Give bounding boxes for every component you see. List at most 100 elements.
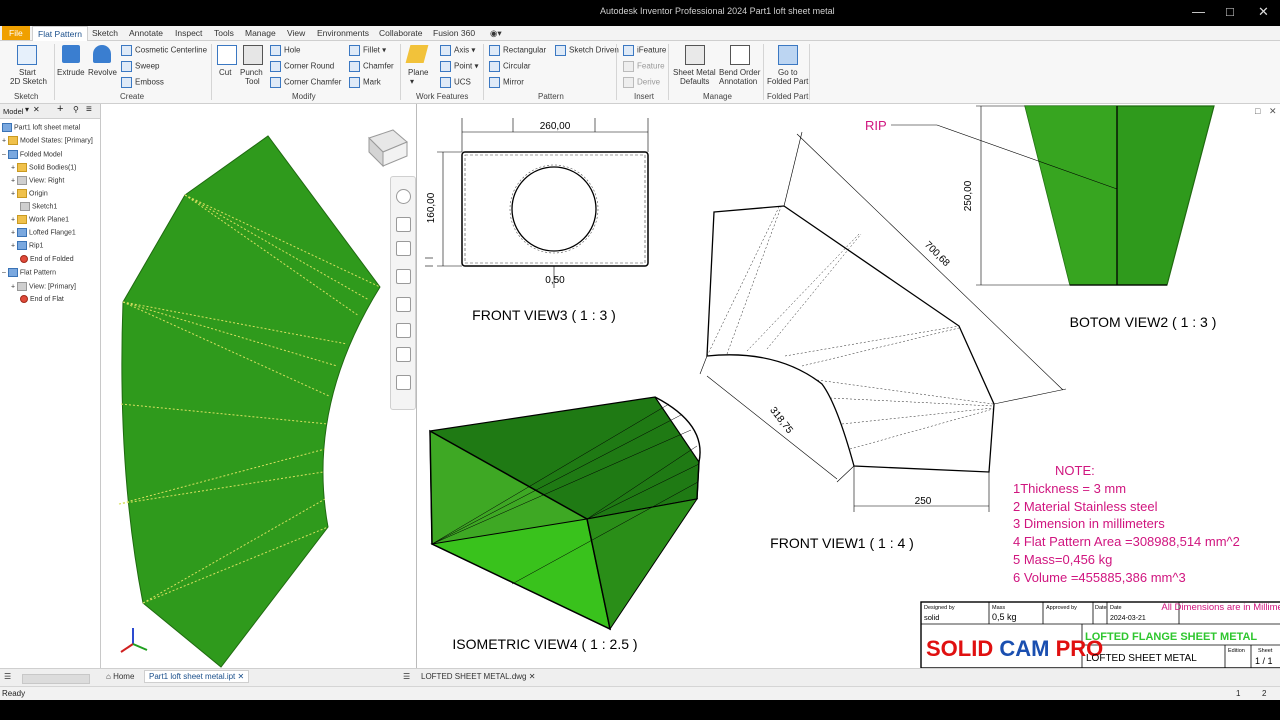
cut-icon[interactable]: [217, 45, 237, 65]
go-to-folded-label2[interactable]: Folded Part: [767, 77, 808, 86]
derive-button[interactable]: Derive: [623, 77, 660, 88]
tree-item-flat-pattern[interactable]: – Flat Pattern: [2, 268, 56, 277]
zoom-selected-icon[interactable]: [396, 347, 411, 362]
tabs-menu-icon[interactable]: ☰: [4, 672, 11, 681]
tab-manage[interactable]: Manage: [245, 26, 276, 40]
ucs-button[interactable]: UCS: [440, 77, 471, 88]
tab-fusion-360[interactable]: Fusion 360: [433, 26, 475, 40]
tabs-scrollbar[interactable]: [22, 674, 90, 684]
tab-view[interactable]: View: [287, 26, 305, 40]
pan-icon[interactable]: [396, 217, 411, 232]
sweep-button[interactable]: Sweep: [121, 61, 159, 72]
tree-item-solid-bodies[interactable]: + Solid Bodies(1): [11, 163, 77, 172]
sheet-metal-defaults-label1[interactable]: Sheet Metal: [673, 68, 716, 77]
go-to-folded-part-icon[interactable]: [778, 45, 798, 65]
go-to-folded-label1[interactable]: Go to: [778, 68, 798, 77]
emboss-button[interactable]: Emboss: [121, 77, 164, 88]
tab-annotate[interactable]: Annotate: [129, 26, 163, 40]
bend-order-label2[interactable]: Annotation: [719, 77, 757, 86]
tab-flat-pattern[interactable]: Flat Pattern: [32, 26, 88, 41]
tab-file[interactable]: File: [2, 26, 30, 40]
group-separator: [211, 44, 212, 100]
look-at-icon[interactable]: [396, 297, 411, 312]
tree-item-view-right[interactable]: + View: Right: [11, 176, 64, 185]
bend-order-label1[interactable]: Bend Order: [719, 68, 760, 77]
mirror-button[interactable]: Mirror: [489, 77, 524, 88]
tab-overflow-icon[interactable]: ◉▾: [490, 26, 502, 40]
fillet-button[interactable]: Fillet ▾: [349, 45, 386, 56]
minimize-icon[interactable]: —: [1192, 4, 1205, 19]
revolve-button[interactable]: Revolve: [88, 68, 117, 77]
close-icon[interactable]: ✕: [1269, 106, 1277, 117]
tab-collaborate[interactable]: Collaborate: [379, 26, 422, 40]
chamfer-button[interactable]: Chamfer: [349, 61, 394, 72]
sketch-driven-button[interactable]: Sketch Driven: [555, 45, 619, 56]
corner-chamfer-button[interactable]: Corner Chamfer: [270, 77, 341, 88]
zoom-icon[interactable]: [396, 241, 411, 256]
part-document-tab[interactable]: Part1 loft sheet metal.ipt ✕: [144, 670, 250, 683]
feature-button[interactable]: Feature: [623, 61, 665, 72]
punch-tool-label2[interactable]: Tool: [245, 77, 260, 86]
plane-button[interactable]: Plane: [408, 68, 428, 77]
tree-item-lofted-flange1[interactable]: + Lofted Flange1: [11, 228, 76, 237]
rectangular-pattern-button[interactable]: Rectangular: [489, 45, 546, 56]
view-cube-icon[interactable]: [368, 129, 408, 168]
work-plane-icon: [17, 215, 28, 224]
plane-icon[interactable]: [405, 45, 429, 63]
3d-viewport[interactable]: [101, 104, 415, 668]
start-sketch-icon[interactable]: [17, 45, 37, 65]
punch-tool-label1[interactable]: Punch: [240, 68, 263, 77]
zoom-window-icon[interactable]: [396, 323, 411, 338]
tree-item-end-of-folded[interactable]: End of Folded: [20, 255, 74, 263]
tree-item-part[interactable]: Part1 loft sheet metal: [2, 123, 80, 132]
add-icon[interactable]: +: [57, 103, 63, 115]
home-tab[interactable]: ⌂ Home: [106, 672, 134, 681]
drawing-document-tab[interactable]: LOFTED SHEET METAL.dwg ✕: [421, 672, 535, 681]
cut-button[interactable]: Cut: [219, 68, 231, 77]
tree-item-view-primary[interactable]: + View: [Primary]: [11, 282, 76, 291]
tab-inspect[interactable]: Inspect: [175, 26, 202, 40]
bend-order-icon[interactable]: [730, 45, 750, 65]
tree-item-end-of-flat[interactable]: End of Flat: [20, 295, 64, 303]
plane-dropdown-icon[interactable]: ▾: [410, 77, 414, 86]
close-icon[interactable]: ✕: [1258, 4, 1269, 20]
tab-sketch[interactable]: Sketch: [92, 26, 118, 40]
revolve-icon[interactable]: [93, 45, 111, 63]
tree-item-sketch1[interactable]: Sketch1: [20, 202, 57, 211]
punch-tool-icon[interactable]: [243, 45, 263, 65]
start-sketch-label1[interactable]: Start: [19, 68, 36, 77]
search-icon[interactable]: ⚲: [73, 105, 79, 114]
maximize-icon[interactable]: □: [1226, 4, 1234, 19]
tree-item-folded-model[interactable]: – Folded Model: [2, 150, 62, 159]
sheet-metal-defaults-label2[interactable]: Defaults: [680, 77, 709, 86]
tree-item-rip1[interactable]: + Rip1: [11, 241, 43, 250]
cosmetic-centerline-button[interactable]: Cosmetic Centerline: [121, 45, 207, 56]
free-orbit-icon[interactable]: [396, 375, 411, 390]
close-icon[interactable]: ✕: [33, 105, 40, 114]
hamburger-menu-icon[interactable]: ≡: [86, 104, 92, 115]
tree-item-model-states[interactable]: + Model States: [Primary]: [2, 136, 93, 145]
extrude-icon[interactable]: [62, 45, 80, 63]
browser-menu-icon[interactable]: ▾: [25, 105, 29, 114]
circular-pattern-button[interactable]: Circular: [489, 61, 531, 72]
sheet-metal-defaults-icon[interactable]: [685, 45, 705, 65]
point-button[interactable]: Point ▾: [440, 61, 478, 72]
extrude-button[interactable]: Extrude: [57, 68, 85, 77]
axis-button[interactable]: Axis ▾: [440, 45, 475, 56]
orbit-icon[interactable]: [396, 269, 411, 284]
hole-button[interactable]: Hole: [270, 45, 300, 56]
corner-round-button[interactable]: Corner Round: [270, 61, 334, 72]
tab-environments[interactable]: Environments: [317, 26, 369, 40]
mark-button[interactable]: Mark: [349, 77, 381, 88]
corner-round-icon: [270, 61, 281, 72]
steering-wheel-icon[interactable]: [396, 189, 411, 204]
drawing-sheet[interactable]: 260,00 160,00 0,50 FRONT VIEW3 ( 1 : 3 )…: [416, 104, 1280, 669]
drawing-tabs-menu-icon[interactable]: ☰: [403, 672, 410, 681]
tree-item-origin[interactable]: + Origin: [11, 189, 48, 198]
maximize-icon[interactable]: □: [1255, 106, 1260, 116]
tree-item-work-plane1[interactable]: + Work Plane1: [11, 215, 69, 224]
browser-title[interactable]: Model: [3, 107, 23, 116]
start-sketch-label2[interactable]: 2D Sketch: [10, 77, 47, 86]
tab-tools[interactable]: Tools: [214, 26, 234, 40]
ifeature-button[interactable]: iFeature: [623, 45, 666, 56]
